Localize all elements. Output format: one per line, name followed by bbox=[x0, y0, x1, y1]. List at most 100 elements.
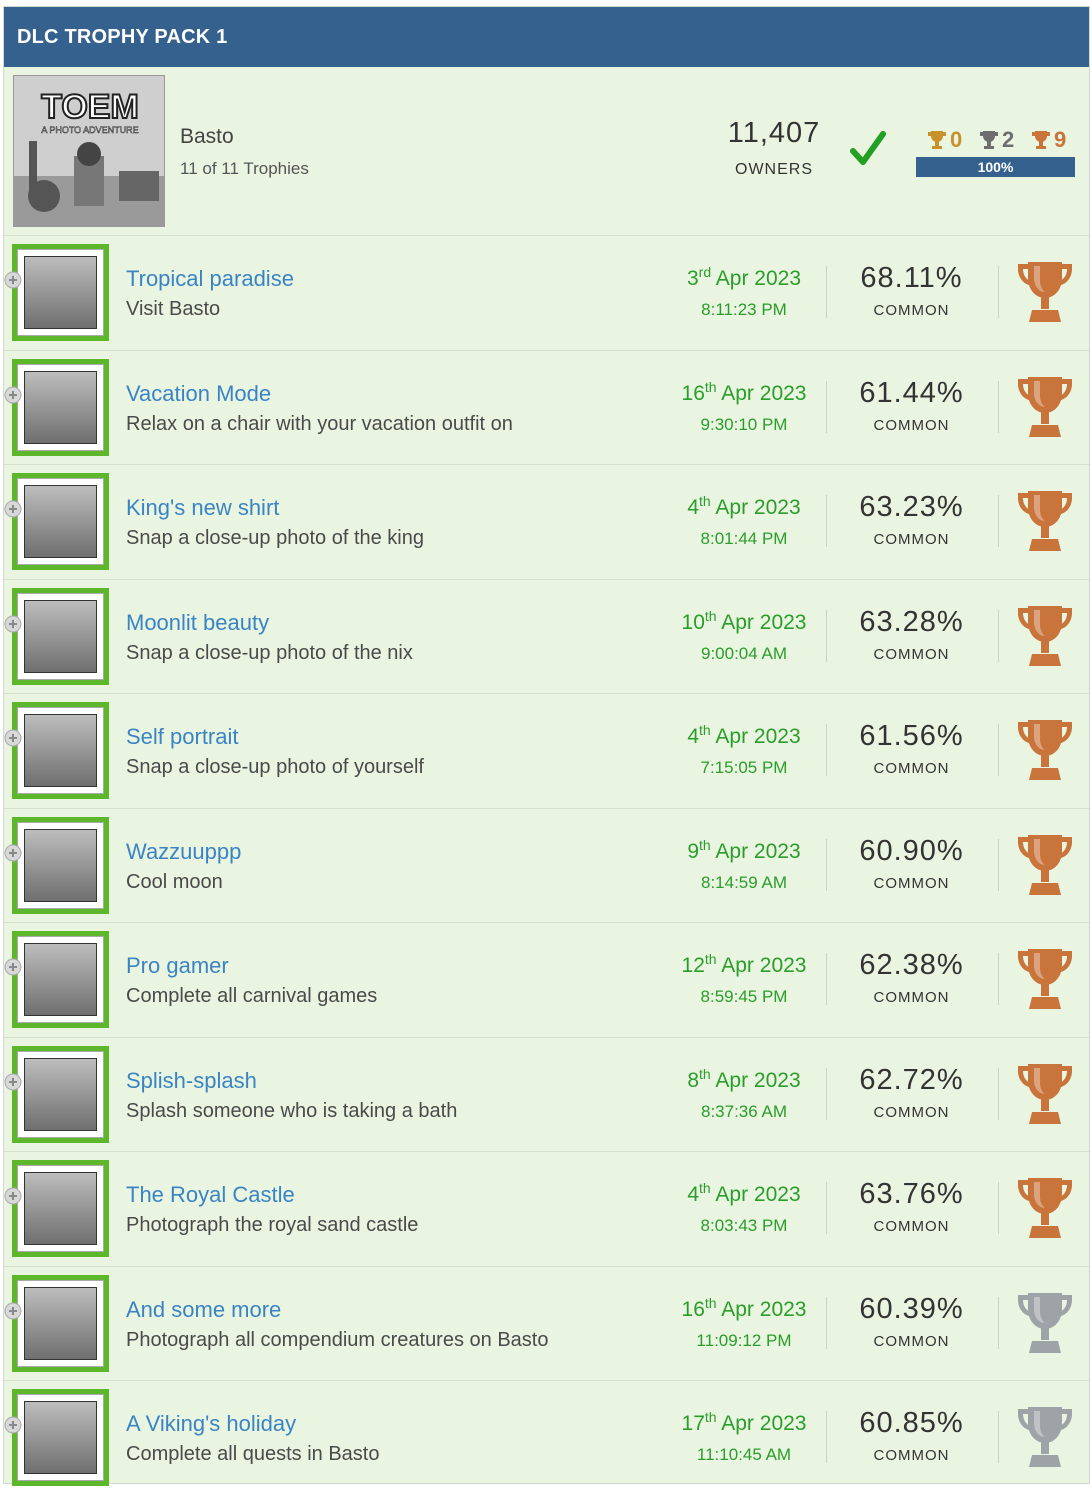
plus-circle-icon[interactable] bbox=[4, 271, 22, 289]
check-icon bbox=[850, 131, 886, 165]
trophy-thumbnail[interactable] bbox=[12, 1160, 109, 1257]
trophy-icon bbox=[1018, 949, 1072, 1009]
plus-circle-icon[interactable] bbox=[4, 958, 22, 976]
trophy-date-suffix: rd bbox=[698, 264, 712, 280]
trophy-thumbnail[interactable] bbox=[12, 1045, 109, 1143]
game-summary-row: TOEM A PHOTO ADVENTURE Basto 11 of 11 Tr… bbox=[4, 67, 1089, 236]
trophy-date-month-year: Apr 2023 bbox=[721, 1297, 807, 1321]
plus-circle-icon[interactable] bbox=[4, 844, 22, 862]
trophy-icon bbox=[1018, 1292, 1072, 1353]
trophy-title[interactable]: Splish-splash bbox=[126, 1068, 257, 1094]
trophy-date-month-year: Apr 2023 bbox=[715, 1068, 801, 1092]
trophy-percentage: 62.72% bbox=[859, 1063, 964, 1096]
trophy-thumbnail[interactable] bbox=[12, 587, 109, 685]
trophy-date-month-year: Apr 2023 bbox=[721, 381, 807, 405]
trophy-title[interactable]: And some more bbox=[126, 1297, 281, 1323]
trophy-date: 4th Apr 2023 bbox=[664, 722, 824, 749]
trophy-icon bbox=[1018, 605, 1072, 666]
trophy-row[interactable]: Self portrait Snap a close-up photo of y… bbox=[4, 694, 1089, 809]
plus-circle-icon[interactable] bbox=[4, 500, 22, 518]
plus-circle-icon[interactable] bbox=[4, 1416, 22, 1434]
game-art-subtitle: A PHOTO ADVENTURE bbox=[41, 125, 138, 135]
bronze-count-value: 9 bbox=[1054, 127, 1067, 152]
trophy-thumbnail[interactable] bbox=[12, 244, 109, 341]
trophy-date-day: 16 bbox=[681, 1297, 705, 1321]
trophy-title[interactable]: A Viking's holiday bbox=[126, 1411, 296, 1437]
trophy-thumbnail-border bbox=[17, 707, 104, 794]
plus-circle-icon[interactable] bbox=[4, 1073, 22, 1091]
trophy-title[interactable]: Moonlit beauty bbox=[126, 610, 269, 636]
trophy-description: Photograph all compendium creatures on B… bbox=[126, 1328, 549, 1351]
plus-circle-icon[interactable] bbox=[4, 615, 22, 633]
trophy-date-suffix: th bbox=[704, 951, 717, 967]
trophy-title[interactable]: King's new shirt bbox=[126, 495, 279, 521]
plus-circle-icon[interactable] bbox=[4, 729, 22, 747]
trophy-rarity: COMMON bbox=[873, 531, 950, 548]
silver-trophy-icon bbox=[980, 131, 998, 149]
trophy-row[interactable]: Wazzuuppp Cool moon 9th Apr 2023 8:14:59… bbox=[4, 809, 1089, 923]
trophy-rarity: COMMON bbox=[873, 1447, 950, 1464]
trophy-counts: 0 2 9 bbox=[918, 127, 1076, 155]
trophy-date-month-year: Apr 2023 bbox=[715, 839, 801, 863]
trophy-title[interactable]: The Royal Castle bbox=[126, 1182, 295, 1208]
trophy-icon bbox=[1018, 1178, 1072, 1238]
trophy-thumbnail[interactable] bbox=[12, 931, 109, 1028]
divider bbox=[826, 266, 827, 318]
trophy-thumbnail[interactable] bbox=[12, 1389, 109, 1486]
trophy-thumbnail-border bbox=[17, 1394, 104, 1481]
trophy-row[interactable]: King's new shirt Snap a close-up photo o… bbox=[4, 465, 1089, 580]
divider bbox=[826, 380, 827, 433]
trophy-row[interactable]: And some more Photograph all compendium … bbox=[4, 1267, 1089, 1381]
plus-circle-icon[interactable] bbox=[4, 1187, 22, 1205]
trophy-row[interactable]: Splish-splash Splash someone who is taki… bbox=[4, 1038, 1089, 1152]
trophy-date: 16th Apr 2023 bbox=[664, 1295, 824, 1322]
trophy-rarity: COMMON bbox=[873, 1218, 950, 1235]
trophy-row[interactable]: Moonlit beauty Snap a close-up photo of … bbox=[4, 580, 1089, 694]
trophy-time: 8:03:43 PM bbox=[700, 1216, 788, 1235]
trophy-date-day: 3 bbox=[686, 267, 699, 290]
trophy-date-month-year: Apr 2023 bbox=[715, 496, 801, 519]
trophy-thumbnail[interactable] bbox=[12, 358, 109, 456]
trophy-percentage: 60.39% bbox=[859, 1292, 964, 1325]
game-art[interactable]: TOEM A PHOTO ADVENTURE bbox=[13, 75, 165, 227]
trophy-image bbox=[24, 256, 97, 329]
trophy-row[interactable]: The Royal Castle Photograph the royal sa… bbox=[4, 1152, 1089, 1267]
trophy-description: Photograph the royal sand castle bbox=[126, 1214, 419, 1236]
trophy-image bbox=[24, 599, 97, 673]
trophy-title[interactable]: Vacation Mode bbox=[126, 381, 271, 407]
trophy-title[interactable]: Wazzuuppp bbox=[126, 839, 241, 865]
trophy-thumbnail[interactable] bbox=[12, 816, 109, 914]
game-name[interactable]: Basto bbox=[180, 125, 234, 149]
trophy-icon bbox=[1018, 262, 1072, 322]
trophy-title[interactable]: Tropical paradise bbox=[126, 266, 294, 292]
trophy-percentage: 68.11% bbox=[860, 262, 963, 294]
divider bbox=[998, 724, 999, 776]
divider bbox=[998, 953, 999, 1005]
trophy-row[interactable]: A Viking's holiday Complete all quests i… bbox=[4, 1381, 1089, 1495]
divider bbox=[826, 609, 827, 662]
divider bbox=[998, 1296, 999, 1349]
trophy-row[interactable]: Tropical paradise Visit Basto 3rd Apr 20… bbox=[4, 236, 1089, 351]
trophy-title[interactable]: Self portrait bbox=[126, 724, 239, 750]
trophy-row[interactable]: Pro gamer Complete all carnival games 12… bbox=[4, 923, 1089, 1038]
trophy-title[interactable]: Pro gamer bbox=[126, 953, 229, 979]
trophy-percentage: 60.90% bbox=[859, 834, 964, 867]
trophy-image bbox=[24, 1401, 97, 1474]
trophy-date-day: 9 bbox=[687, 839, 700, 863]
trophy-image bbox=[24, 1172, 97, 1245]
gold-count-value: 0 bbox=[950, 127, 963, 152]
trophy-date: 16th Apr 2023 bbox=[664, 379, 824, 406]
trophy-thumbnail[interactable] bbox=[12, 1274, 109, 1372]
game-art-logo: TOEM bbox=[41, 88, 139, 126]
trophy-percentage: 60.85% bbox=[859, 1407, 964, 1439]
divider bbox=[826, 1411, 827, 1463]
trophy-thumbnail[interactable] bbox=[12, 473, 109, 570]
plus-circle-icon[interactable] bbox=[4, 386, 22, 404]
trophy-date-suffix: th bbox=[699, 493, 711, 509]
plus-circle-icon[interactable] bbox=[4, 1302, 22, 1320]
trophy-row[interactable]: Vacation Mode Relax on a chair with your… bbox=[4, 351, 1089, 465]
panel-header: DLC TROPHY PACK 1 bbox=[4, 7, 1089, 67]
trophy-thumbnail[interactable] bbox=[12, 702, 109, 799]
trophy-description: Complete all carnival games bbox=[126, 985, 378, 1007]
trophy-time: 8:37:36 AM bbox=[700, 1101, 787, 1121]
